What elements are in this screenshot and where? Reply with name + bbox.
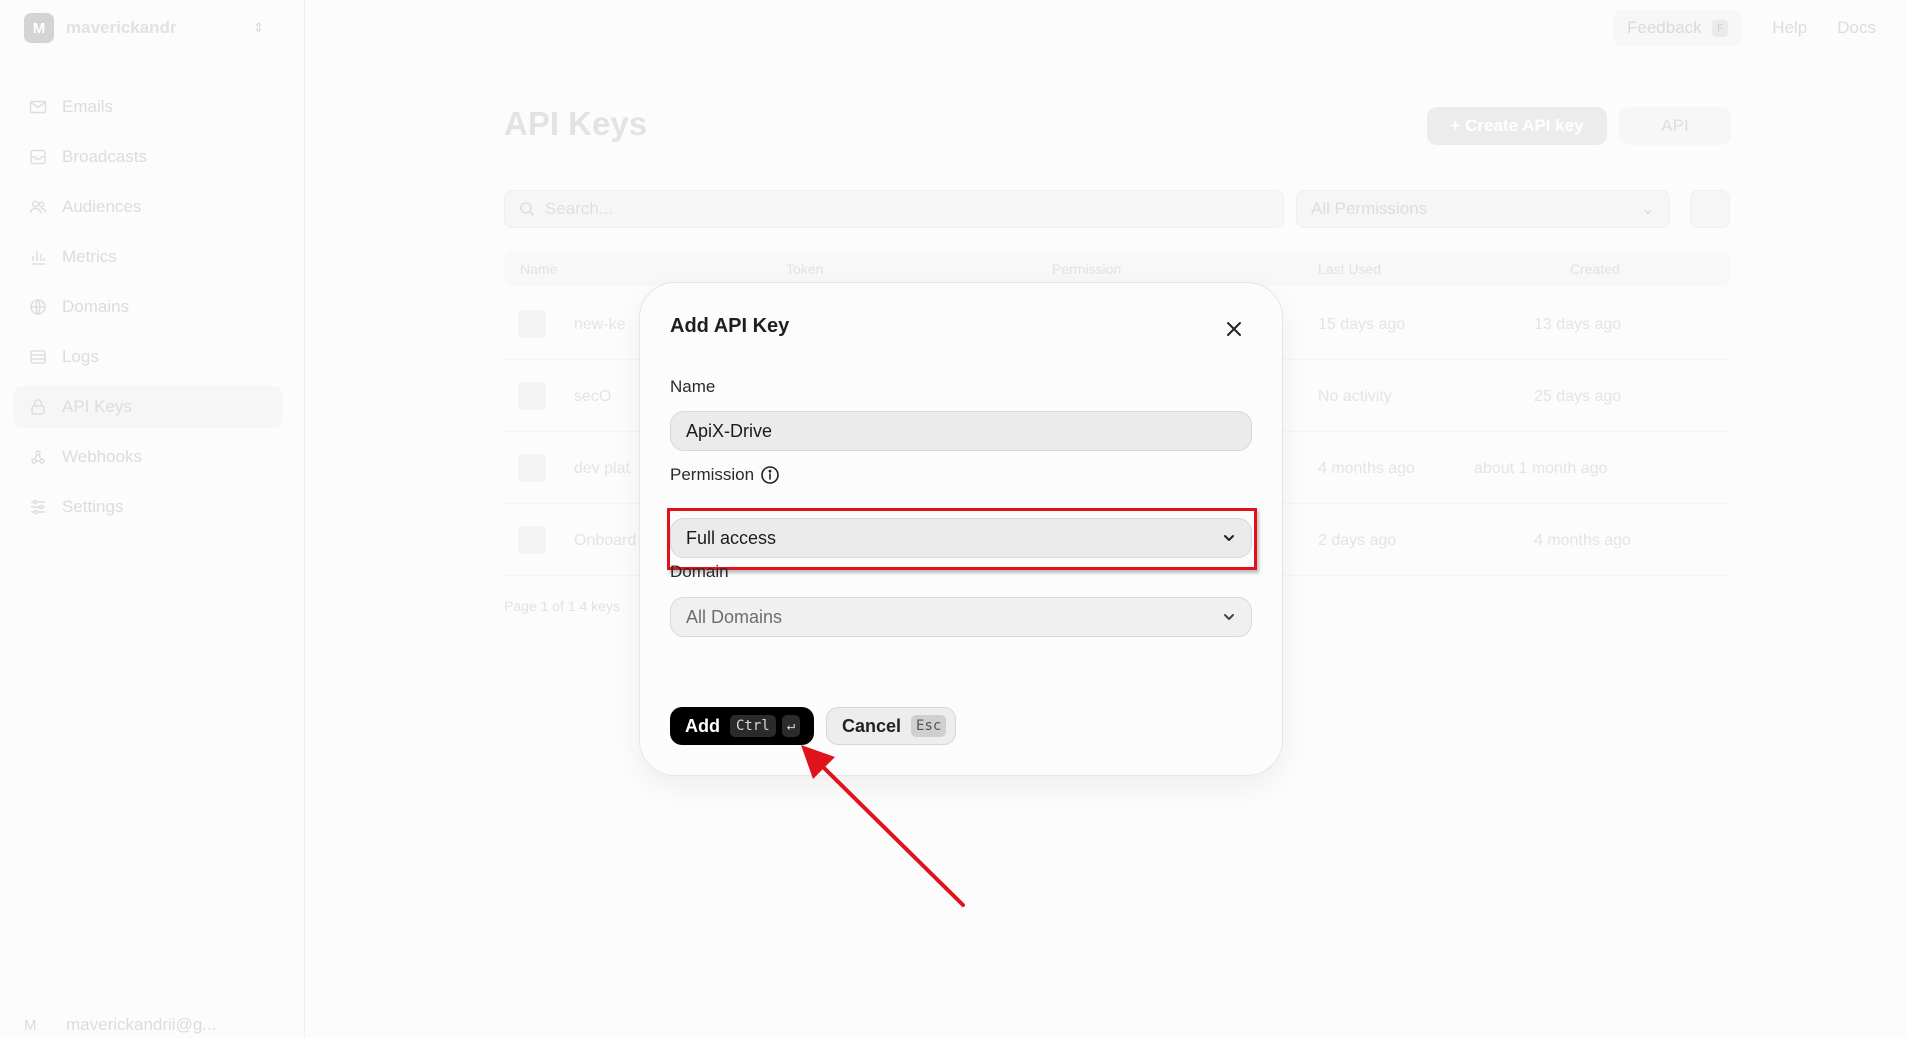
cancel-label: Cancel xyxy=(842,715,902,736)
close-button[interactable] xyxy=(1220,315,1248,343)
row-name: Onboard xyxy=(574,532,637,549)
row-last-used: No activity xyxy=(1318,388,1392,405)
sidebar-item-emails[interactable]: Emails xyxy=(14,86,282,128)
sidebar-item-api-keys[interactable]: API Keys xyxy=(14,386,282,428)
permission-value: Full access xyxy=(686,527,777,548)
sidebar-item-domains[interactable]: Domains xyxy=(14,286,282,328)
info-icon[interactable] xyxy=(760,465,780,485)
domain-value: All Domains xyxy=(686,606,783,627)
broadcast-icon xyxy=(28,147,48,167)
add-api-key-dialog: Add API Key Name ApiX-Drive Permission F… xyxy=(639,282,1283,776)
sidebar-item-audiences[interactable]: Audiences xyxy=(14,186,282,228)
search-icon xyxy=(519,201,535,217)
sidebar-nav: Emails Broadcasts Audiences Metrics Doma… xyxy=(14,86,282,536)
sidebar-item-webhooks[interactable]: Webhooks xyxy=(14,436,282,478)
sidebar-item-label: API Keys xyxy=(62,397,132,416)
key-icon xyxy=(518,310,546,338)
account-email: maverickandrii@g... xyxy=(66,1015,217,1034)
enter-shortcut: ↵ xyxy=(781,715,801,737)
sliders-icon xyxy=(28,497,48,517)
permission-filter-value: All Permissions xyxy=(1311,199,1428,218)
api-docs-button[interactable]: API xyxy=(1619,107,1731,145)
lock-icon xyxy=(28,397,48,417)
column-header: Name xyxy=(520,261,558,277)
add-label: Add xyxy=(685,715,720,736)
permission-filter-select[interactable]: All Permissions ⌄ xyxy=(1296,190,1670,228)
cancel-button[interactable]: Cancel Esc xyxy=(826,707,956,745)
permission-label: Permission xyxy=(670,465,755,484)
row-created: 4 months ago xyxy=(1534,532,1631,549)
help-link[interactable]: Help xyxy=(1772,18,1807,38)
feedback-shortcut: F xyxy=(1711,19,1729,37)
row-last-used: 4 months ago xyxy=(1318,460,1415,477)
webhook-icon xyxy=(28,447,48,467)
sidebar-item-label: Audiences xyxy=(62,197,142,216)
row-last-used: 15 days ago xyxy=(1318,316,1406,333)
row-last-used: 2 days ago xyxy=(1318,532,1397,549)
sidebar-item-label: Metrics xyxy=(62,247,117,266)
filter-options-button[interactable] xyxy=(1690,190,1730,228)
sidebar: M maverickandr ⇕ Emails Broadcasts Audie… xyxy=(0,0,305,1038)
team-switcher[interactable]: M maverickandr ⇕ xyxy=(24,13,274,43)
search-input[interactable]: Search... xyxy=(504,190,1284,228)
domain-select[interactable]: All Domains xyxy=(670,597,1252,637)
name-value: ApiX-Drive xyxy=(686,420,773,441)
key-icon xyxy=(518,526,546,554)
page-title: API Keys xyxy=(504,105,648,142)
sidebar-item-label: Emails xyxy=(62,97,114,116)
row-created: 25 days ago xyxy=(1534,388,1622,405)
column-header: Token xyxy=(786,261,824,277)
mail-icon xyxy=(28,97,48,117)
search-placeholder: Search... xyxy=(545,199,614,218)
sidebar-item-label: Domains xyxy=(62,297,130,316)
column-header: Last Used xyxy=(1318,261,1382,277)
sidebar-item-label: Webhooks xyxy=(62,447,143,466)
team-name: maverickandr xyxy=(66,18,177,37)
row-name: secO xyxy=(574,388,612,405)
row-created: about 1 month ago xyxy=(1474,460,1608,477)
name-input[interactable]: ApiX-Drive xyxy=(670,411,1252,451)
esc-shortcut: Esc xyxy=(911,715,947,737)
team-logo: M xyxy=(24,13,54,43)
create-api-key-button[interactable]: + Create API key xyxy=(1427,107,1607,145)
sidebar-item-metrics[interactable]: Metrics xyxy=(14,236,282,278)
chevron-down-icon: ⌄ xyxy=(1640,199,1655,218)
sidebar-item-label: Logs xyxy=(62,347,99,366)
row-name: new-ke xyxy=(574,316,626,333)
pagination-info: Page 1 of 1 4 keys xyxy=(504,598,620,614)
column-header: Permission xyxy=(1052,261,1122,277)
key-icon xyxy=(518,382,546,410)
chart-icon xyxy=(28,247,48,267)
add-button[interactable]: Add Ctrl ↵ xyxy=(670,707,814,745)
list-icon xyxy=(28,347,48,367)
feedback-label: Feedback xyxy=(1627,18,1702,37)
sidebar-item-label: Settings xyxy=(62,497,124,516)
sidebar-item-broadcasts[interactable]: Broadcasts xyxy=(14,136,282,178)
avatar: M xyxy=(24,1016,37,1034)
sidebar-item-label: Broadcasts xyxy=(62,147,148,166)
row-name: dev plat xyxy=(574,460,631,477)
sidebar-item-logs[interactable]: Logs xyxy=(14,336,282,378)
chevron-updown-icon: ⇕ xyxy=(253,20,264,35)
row-created: 13 days ago xyxy=(1534,316,1622,333)
key-icon xyxy=(518,454,546,482)
chevron-down-icon xyxy=(1222,531,1236,545)
close-icon xyxy=(1227,322,1241,336)
sidebar-item-settings[interactable]: Settings xyxy=(14,486,282,528)
chevron-down-icon xyxy=(1222,610,1236,624)
ctrl-shortcut: Ctrl xyxy=(730,715,776,737)
docs-link[interactable]: Docs xyxy=(1837,18,1876,38)
table-header: Name Token Permission Last Used Created xyxy=(504,252,1730,286)
permission-label-row: Permission xyxy=(670,465,780,485)
topbar: Feedback F Help Docs xyxy=(1613,10,1906,46)
domain-label: Domain xyxy=(670,562,729,581)
dialog-title: Add API Key xyxy=(670,315,790,337)
globe-icon xyxy=(28,297,48,317)
feedback-button[interactable]: Feedback F xyxy=(1613,10,1743,46)
name-label: Name xyxy=(670,377,716,396)
users-icon xyxy=(28,197,48,217)
permission-select[interactable]: Full access xyxy=(670,518,1252,558)
column-header: Created xyxy=(1570,261,1620,277)
account-menu[interactable]: M maverickandrii@g... xyxy=(24,1013,284,1037)
